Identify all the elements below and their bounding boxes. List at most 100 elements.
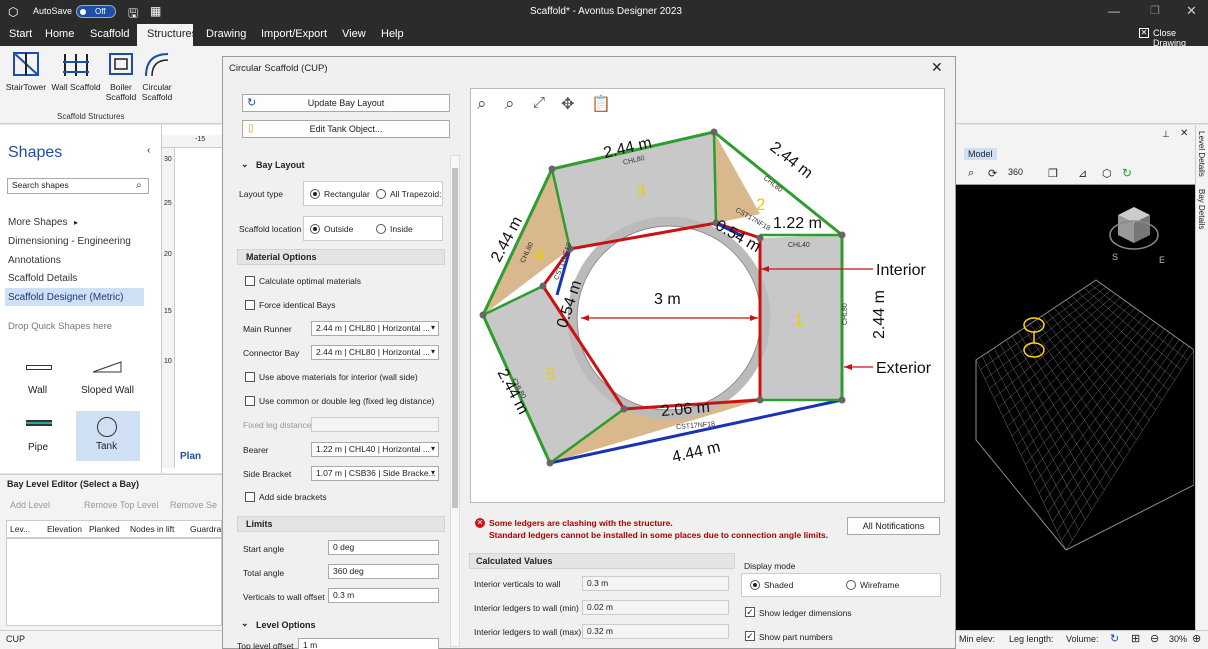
start-angle-input[interactable]: 0 deg xyxy=(328,540,439,555)
menu-scaffold[interactable]: Scaffold xyxy=(90,28,130,40)
circular-scaffold-button[interactable]: Circular Scaffold xyxy=(140,50,174,102)
zoom-out-icon[interactable]: ⊖ xyxy=(1150,632,1159,645)
autosave-toggle[interactable]: Off xyxy=(76,5,116,18)
save-icon[interactable]: 🖫 xyxy=(128,4,138,25)
boiler-scaffold-button[interactable]: Boiler Scaffold xyxy=(104,50,138,102)
show-part-label: Show part numbers xyxy=(759,632,833,642)
tab-plan[interactable]: Plan xyxy=(180,451,201,462)
add-side-brackets-checkbox[interactable] xyxy=(245,492,255,502)
restore-icon[interactable]: ❐ xyxy=(1150,4,1160,17)
top-level-input[interactable]: 1 m xyxy=(298,638,439,649)
quick-shape-sloped-wall[interactable]: Sloped Wall xyxy=(76,355,140,396)
shapes-item-annotations[interactable]: Annotations xyxy=(8,255,61,266)
options-scrollbar[interactable] xyxy=(450,155,460,647)
menu-start[interactable]: Start xyxy=(9,28,32,40)
scroll-thumb[interactable] xyxy=(452,168,458,508)
ledgers-max-value: 0.32 m xyxy=(582,624,729,639)
refresh-status-icon[interactable]: ↻ xyxy=(1110,632,1119,645)
orbit-icon[interactable]: ⟳ xyxy=(988,167,997,180)
col-elevation[interactable]: Elevation xyxy=(47,524,82,534)
model-3d-view[interactable]: Model ⌕ ⟳ 360 ❒ ⊿ ⬡ ↻ S E Level Details … xyxy=(956,125,1208,630)
quick-shape-pipe[interactable]: Pipe xyxy=(18,413,62,453)
bearer-select[interactable]: 1.22 m | CHL40 | Horizontal ... xyxy=(311,442,439,457)
col-level[interactable]: Lev... xyxy=(10,524,30,534)
menu-home[interactable]: Home xyxy=(45,28,74,40)
chevron-down-icon[interactable]: ⌄ xyxy=(241,159,249,170)
add-level-button[interactable]: Add Level xyxy=(10,500,50,510)
view-cube[interactable]: S E xyxy=(1109,207,1165,265)
minimize-icon[interactable]: — xyxy=(1108,4,1120,18)
radio-shaded[interactable] xyxy=(750,580,760,590)
calc-optimal-checkbox[interactable] xyxy=(245,276,255,286)
search-shapes-input[interactable]: Search shapes xyxy=(7,178,149,194)
wall-label: Wall xyxy=(28,385,48,396)
chevron-down-icon[interactable]: ⌄ xyxy=(241,618,249,629)
show-ledger-checkbox[interactable]: ✓ xyxy=(745,607,755,617)
all-notifications-button[interactable]: All Notifications xyxy=(847,517,940,535)
close-drawing-button[interactable]: Close Drawing xyxy=(1153,28,1208,48)
connector-bay-select[interactable]: 2.44 m | CHL80 | Horizontal ... xyxy=(311,345,439,360)
main-runner-select[interactable]: 2.44 m | CHL80 | Horizontal ... xyxy=(311,321,439,336)
window-title: Scaffold* - Avontus Designer 2023 xyxy=(530,6,682,17)
update-bay-layout-button[interactable]: ↻ Update Bay Layout xyxy=(242,94,450,112)
menu-import-export[interactable]: Import/Export xyxy=(261,28,327,40)
zoom-in-icon[interactable]: ⊕ xyxy=(1192,632,1201,645)
menu-bar: Start Home Scaffold Structures Drawing I… xyxy=(0,24,1208,48)
force-identical-checkbox[interactable] xyxy=(245,300,255,310)
ruler-label: 20 xyxy=(164,251,172,258)
radio-wireframe[interactable] xyxy=(846,580,856,590)
radio-inside[interactable] xyxy=(376,224,386,234)
shapes-item-scaffold-designer[interactable]: Scaffold Designer (Metric) xyxy=(8,292,123,303)
wall-scaffold-button[interactable]: Wall Scaffold xyxy=(50,50,102,92)
view-icon[interactable]: ⊿ xyxy=(1078,167,1087,180)
quick-shape-wall[interactable]: Wall xyxy=(18,355,62,396)
radio-outside[interactable] xyxy=(310,224,320,234)
quick-shape-tank[interactable]: Tank xyxy=(76,411,140,461)
tab-bay-details[interactable]: Bay Details xyxy=(1197,189,1206,229)
search-icon[interactable]: ⌕ xyxy=(136,180,142,191)
total-angle-input[interactable]: 360 deg xyxy=(328,564,439,579)
pin-icon[interactable]: ⊥ xyxy=(1162,129,1170,140)
ruler-label: 30 xyxy=(164,156,172,163)
vert-offset-input[interactable]: 0.3 m xyxy=(328,588,439,603)
side-bracket-select[interactable]: 1.07 m | CSB36 | Side Bracke... xyxy=(311,466,439,481)
shapes-item-more[interactable]: More Shapes xyxy=(8,217,67,228)
dialog-close-icon[interactable]: ✕ xyxy=(931,59,943,76)
rectangular-label: Rectangular xyxy=(324,189,370,199)
collapse-icon[interactable]: ‹ xyxy=(147,145,150,156)
layout-icon[interactable]: ▦ xyxy=(150,4,161,18)
menu-view[interactable]: View xyxy=(342,28,366,40)
remove-top-level-button[interactable]: Remove Top Level xyxy=(84,500,158,510)
close-drawing-icon[interactable]: ✕ xyxy=(1139,28,1149,38)
menu-help[interactable]: Help xyxy=(381,28,404,40)
box-icon[interactable]: ❒ xyxy=(1048,167,1058,180)
shapes-item-dimensioning[interactable]: Dimensioning - Engineering xyxy=(8,236,131,247)
model-tab-bar: ⊥ ✕ xyxy=(956,125,1208,147)
zoom-icon[interactable]: ⌕ xyxy=(968,167,974,180)
shapes-item-scaffold-details[interactable]: Scaffold Details xyxy=(8,273,77,284)
remove-selected-button[interactable]: Remove Se xyxy=(170,500,217,510)
tab-model[interactable]: Model xyxy=(964,148,997,160)
close-model-icon[interactable]: ✕ xyxy=(1180,128,1188,139)
stairtower-button[interactable]: StairTower xyxy=(4,50,48,92)
fixed-leg-input[interactable] xyxy=(311,417,439,432)
refresh-icon[interactable]: ↻ xyxy=(1122,166,1132,180)
radio-rectangular[interactable] xyxy=(310,189,320,199)
fit-icon[interactable]: ⊞ xyxy=(1131,632,1140,645)
radio-trapezoid[interactable] xyxy=(376,189,386,199)
rotate-360-icon[interactable]: 360 xyxy=(1008,167,1023,177)
cube-icon[interactable]: ⬡ xyxy=(1102,167,1112,180)
col-guardrail[interactable]: Guardra xyxy=(190,524,221,534)
show-part-checkbox[interactable]: ✓ xyxy=(745,631,755,641)
drawing-canvas[interactable]: -15 30 25 20 15 10 Plan xyxy=(162,125,222,473)
material-options-bar: Material Options xyxy=(237,249,445,265)
col-planked[interactable]: Planked xyxy=(89,524,120,534)
use-above-checkbox[interactable] xyxy=(245,372,255,382)
edit-tank-button[interactable]: ▯ Edit Tank Object... xyxy=(242,120,450,138)
menu-structures[interactable]: Structures xyxy=(147,28,197,40)
tab-level-details[interactable]: Level Details xyxy=(1197,131,1206,177)
menu-drawing[interactable]: Drawing xyxy=(206,28,246,40)
use-common-checkbox[interactable] xyxy=(245,396,255,406)
col-nodes[interactable]: Nodes in lift xyxy=(130,524,174,534)
close-window-icon[interactable]: ✕ xyxy=(1186,3,1197,19)
